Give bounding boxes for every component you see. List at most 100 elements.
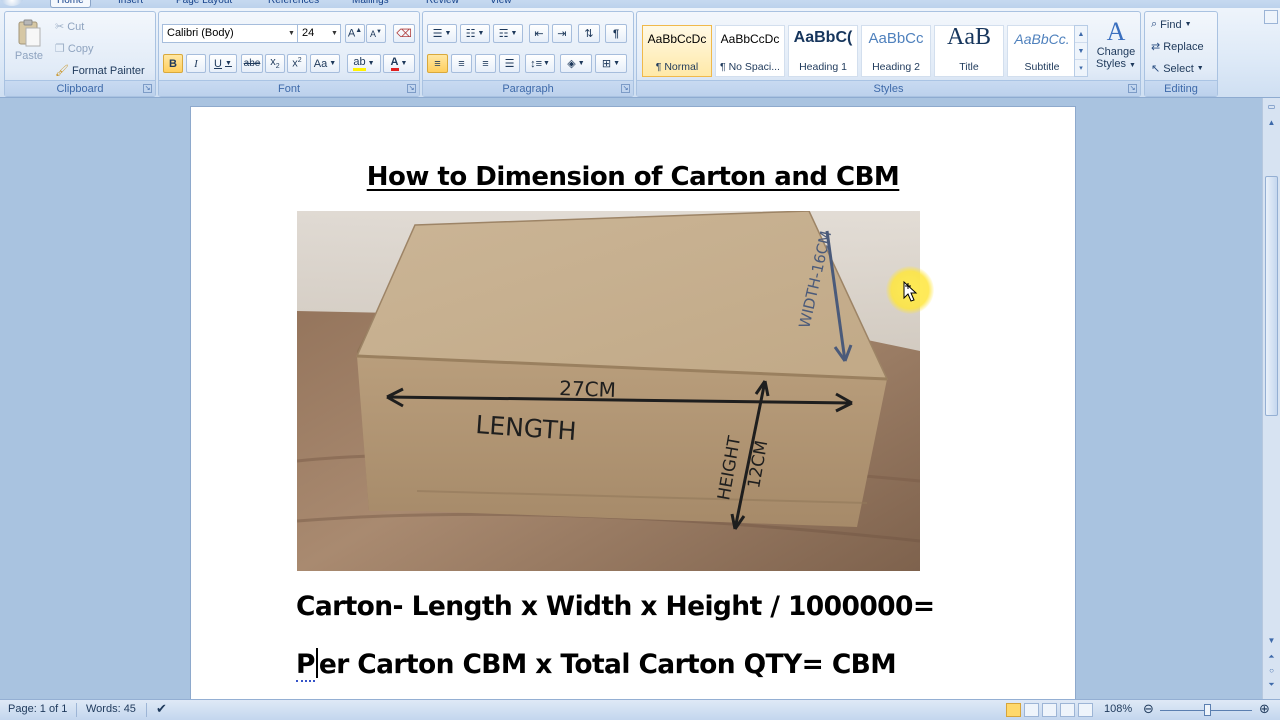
format-painter-label: Format Painter xyxy=(71,64,145,77)
align-center-icon: ≡ xyxy=(458,57,465,70)
tab-mailings[interactable]: Mailings xyxy=(346,0,395,8)
zoom-in-icon[interactable]: ⊕ xyxy=(1259,701,1270,717)
gallery-more-icon[interactable]: ▾ xyxy=(1075,60,1087,77)
italic-button[interactable]: I xyxy=(186,54,206,73)
proofing-icon[interactable]: ✔ xyxy=(156,701,167,717)
scroll-down-icon[interactable]: ▼ xyxy=(1265,634,1278,648)
clipboard-dialog-launcher-icon[interactable]: ↘ xyxy=(143,84,152,93)
increase-indent-button[interactable]: ⇥ xyxy=(552,24,572,43)
bullets-button[interactable]: ☰ ▼ xyxy=(427,24,457,43)
align-right-button[interactable]: ≡ xyxy=(475,54,496,73)
paste-button[interactable]: Paste xyxy=(9,18,49,62)
previous-page-icon[interactable]: ⏶ xyxy=(1265,650,1278,664)
tab-insert[interactable]: Insert xyxy=(112,0,149,8)
next-page-icon[interactable]: ⏷ xyxy=(1265,678,1278,692)
outline-view-icon[interactable] xyxy=(1060,703,1075,717)
document-page[interactable]: How to Dimension of Carton and CBM 27CM … xyxy=(190,106,1076,706)
tab-view[interactable]: View xyxy=(484,0,518,8)
replace-button[interactable]: ⇄ Replace xyxy=(1151,40,1204,54)
bold-button[interactable]: B xyxy=(163,54,183,73)
underline-icon: U xyxy=(214,57,222,70)
align-left-button[interactable]: ≡ xyxy=(427,54,448,73)
change-case-button[interactable]: Aa ▼ xyxy=(310,54,340,73)
font-size-value: 24 xyxy=(302,27,315,39)
clear-formatting-button[interactable]: ⌫ xyxy=(393,24,415,43)
styles-dialog-launcher-icon[interactable]: ↘ xyxy=(1128,84,1137,93)
paragraph-dialog-launcher-icon[interactable]: ↘ xyxy=(621,84,630,93)
carton-image: 27CM LENGTH HEIGHT 12CM WIDTH-16CM xyxy=(297,211,920,571)
align-right-icon: ≡ xyxy=(482,57,489,70)
style-sample: AaB xyxy=(947,24,991,50)
font-size-combo[interactable]: 24 ▼ xyxy=(297,24,341,43)
copy-button[interactable]: ❐ Copy xyxy=(55,42,94,56)
font-family-combo[interactable]: Calibri (Body) ▼ xyxy=(162,24,298,43)
draft-view-icon[interactable] xyxy=(1078,703,1093,717)
ruler-toggle-icon[interactable]: ▭ xyxy=(1265,100,1278,114)
sort-button[interactable]: ⇅ xyxy=(578,24,600,43)
style-subtitle[interactable]: AaBbCc. Subtitle xyxy=(1007,25,1077,77)
find-button[interactable]: ⌕ Find ▼ xyxy=(1151,18,1192,31)
borders-button[interactable]: ⊞ ▼ xyxy=(595,54,627,73)
shading-button[interactable]: ◈ ▼ xyxy=(560,54,592,73)
tab-review[interactable]: Review xyxy=(420,0,465,8)
subscript-button[interactable]: x2 xyxy=(265,54,285,73)
align-left-icon: ≡ xyxy=(434,57,441,70)
style-name: ¶ No Spaci... xyxy=(720,61,780,73)
select-button[interactable]: ↖ Select ▼ xyxy=(1151,62,1204,76)
copy-label: Copy xyxy=(67,42,94,55)
formula-line-2-char: e xyxy=(318,649,337,680)
vertical-scrollbar[interactable]: ▭ ▲ ▼ ⏶ ○ ⏷ xyxy=(1262,98,1280,699)
show-formatting-button[interactable]: ¶ xyxy=(605,24,627,43)
line-spacing-button[interactable]: ↕≡ ▼ xyxy=(525,54,555,73)
styles-group-label: Styles xyxy=(637,80,1140,96)
scroll-thumb[interactable] xyxy=(1265,176,1278,416)
office-button[interactable] xyxy=(0,0,24,6)
style-sample: AaBbCc xyxy=(868,30,924,47)
style-sample: AaBbCcDc xyxy=(647,32,707,46)
page-count[interactable]: Page: 1 of 1 xyxy=(8,703,67,715)
gallery-down-icon[interactable]: ▼ xyxy=(1075,43,1087,60)
highlight-button[interactable]: ab ▼ xyxy=(347,54,381,73)
word-count[interactable]: Words: 45 xyxy=(86,703,136,715)
change-styles-button[interactable]: A Change Styles ▼ xyxy=(1093,18,1139,72)
grow-font-button[interactable]: A▲ xyxy=(345,24,365,43)
full-screen-reading-view-icon[interactable] xyxy=(1024,703,1039,717)
numbering-button[interactable]: ☷ ▼ xyxy=(460,24,490,43)
style-normal[interactable]: AaBbCcDc ¶ Normal xyxy=(642,25,712,77)
zoom-slider-thumb[interactable] xyxy=(1204,704,1211,716)
align-center-button[interactable]: ≡ xyxy=(451,54,472,73)
style-heading-2[interactable]: AaBbCc Heading 2 xyxy=(861,25,931,77)
editing-group-label: Editing xyxy=(1145,80,1217,96)
gallery-up-icon[interactable]: ▲ xyxy=(1075,26,1087,43)
carton-photo[interactable]: 27CM LENGTH HEIGHT 12CM WIDTH-16CM xyxy=(297,211,920,571)
browse-object-icon[interactable]: ○ xyxy=(1265,664,1278,678)
format-painter-button[interactable]: 🖌 Format Painter xyxy=(55,64,145,78)
scroll-up-icon[interactable]: ▲ xyxy=(1265,116,1278,130)
binoculars-icon: ⌕ xyxy=(1151,18,1158,30)
ribbon-minimize-button[interactable] xyxy=(1264,10,1278,24)
shrink-font-button[interactable]: A▼ xyxy=(366,24,386,43)
justify-button[interactable]: ☰ xyxy=(499,54,520,73)
strikethrough-button[interactable]: abe xyxy=(241,54,263,73)
tab-page-layout[interactable]: Page Layout xyxy=(170,0,238,8)
decrease-indent-button[interactable]: ⇤ xyxy=(529,24,549,43)
zoom-level[interactable]: 108% xyxy=(1104,703,1132,715)
font-color-button[interactable]: A ▼ xyxy=(383,54,415,73)
document-title: How to Dimension of Carton and CBM xyxy=(366,162,900,192)
find-label: Find xyxy=(1160,18,1182,31)
underline-button[interactable]: U ▼ xyxy=(209,54,237,73)
zoom-out-icon[interactable]: ⊖ xyxy=(1143,701,1154,717)
superscript-button[interactable]: x2 xyxy=(287,54,307,73)
style-no-spacing[interactable]: AaBbCcDc ¶ No Spaci... xyxy=(715,25,785,77)
tab-references[interactable]: References xyxy=(262,0,325,8)
italic-icon: I xyxy=(194,57,198,70)
style-title[interactable]: AaB Title xyxy=(934,24,1004,77)
multilevel-list-button[interactable]: ☶ ▼ xyxy=(493,24,523,43)
cut-button[interactable]: ✂ Cut xyxy=(55,20,84,34)
web-layout-view-icon[interactable] xyxy=(1042,703,1057,717)
tab-home[interactable]: Home xyxy=(50,0,91,8)
styles-gallery-scroll[interactable]: ▲ ▼ ▾ xyxy=(1074,25,1088,77)
print-layout-view-icon[interactable] xyxy=(1006,703,1021,717)
font-dialog-launcher-icon[interactable]: ↘ xyxy=(407,84,416,93)
style-heading-1[interactable]: AaBbC( Heading 1 xyxy=(788,25,858,77)
